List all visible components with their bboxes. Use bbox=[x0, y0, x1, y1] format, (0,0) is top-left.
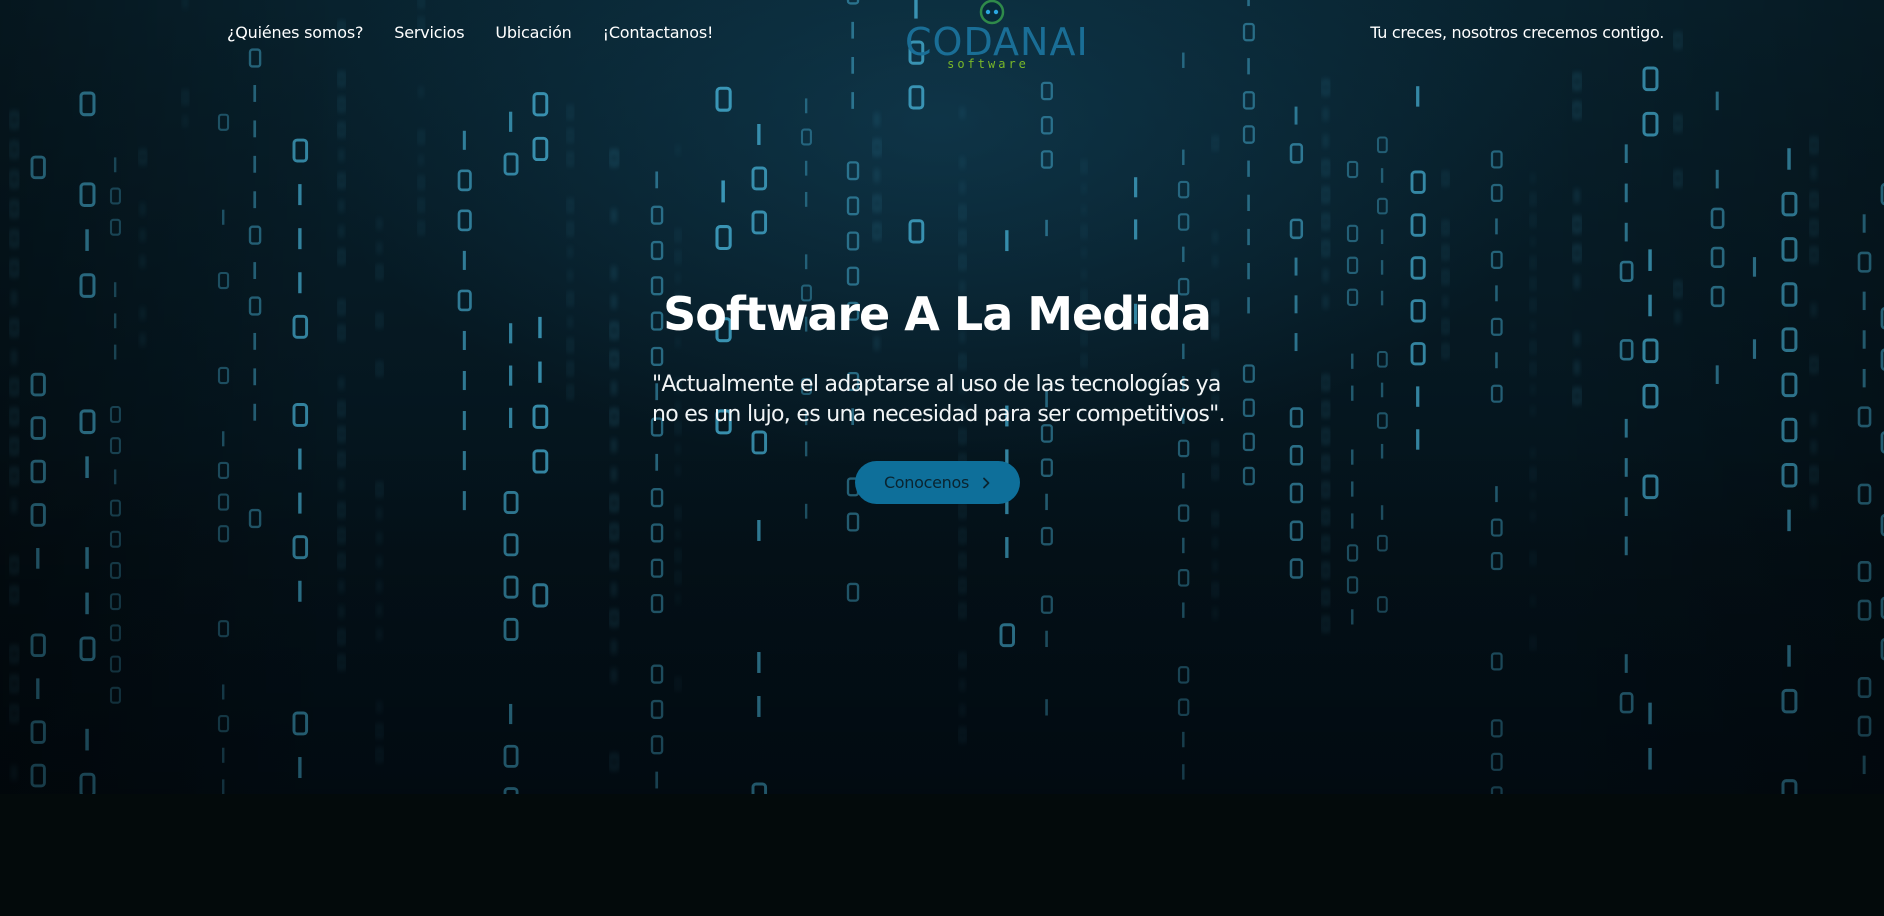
logo-subtitle: software bbox=[947, 57, 1029, 71]
nav-item-contactanos[interactable]: ¡Contactanos! bbox=[603, 23, 714, 42]
conocenos-button-label: Conocenos bbox=[883, 473, 970, 492]
nav-item-ubicacion[interactable]: Ubicación bbox=[495, 23, 571, 42]
nav-item-quienes-somos[interactable]: ¿Quiénes somos? bbox=[227, 23, 363, 42]
site-logo[interactable]: CODANAI software bbox=[905, 0, 1089, 74]
chevron-right-icon bbox=[983, 477, 990, 488]
hero-quote: "Actualmente el adaptarse al uso de las … bbox=[652, 370, 1232, 430]
hero-quote-line-2: no es un lujo, es una necesidad para ser… bbox=[652, 402, 1226, 427]
conocenos-button[interactable]: Conocenos bbox=[855, 461, 1020, 504]
main-nav: ¿Quiénes somos? Servicios Ubicación ¡Con… bbox=[227, 23, 744, 42]
logo-wordmark: CODANAI bbox=[905, 20, 1089, 64]
hero-quote-line-1: "Actualmente el adaptarse al uso de las … bbox=[652, 372, 1221, 397]
page-bottom-band bbox=[0, 794, 1884, 916]
hero-title: Software A La Medida bbox=[663, 287, 1212, 341]
header-tagline: Tu creces, nosotros crecemos contigo. bbox=[1370, 23, 1664, 42]
nav-item-servicios[interactable]: Servicios bbox=[394, 23, 464, 42]
